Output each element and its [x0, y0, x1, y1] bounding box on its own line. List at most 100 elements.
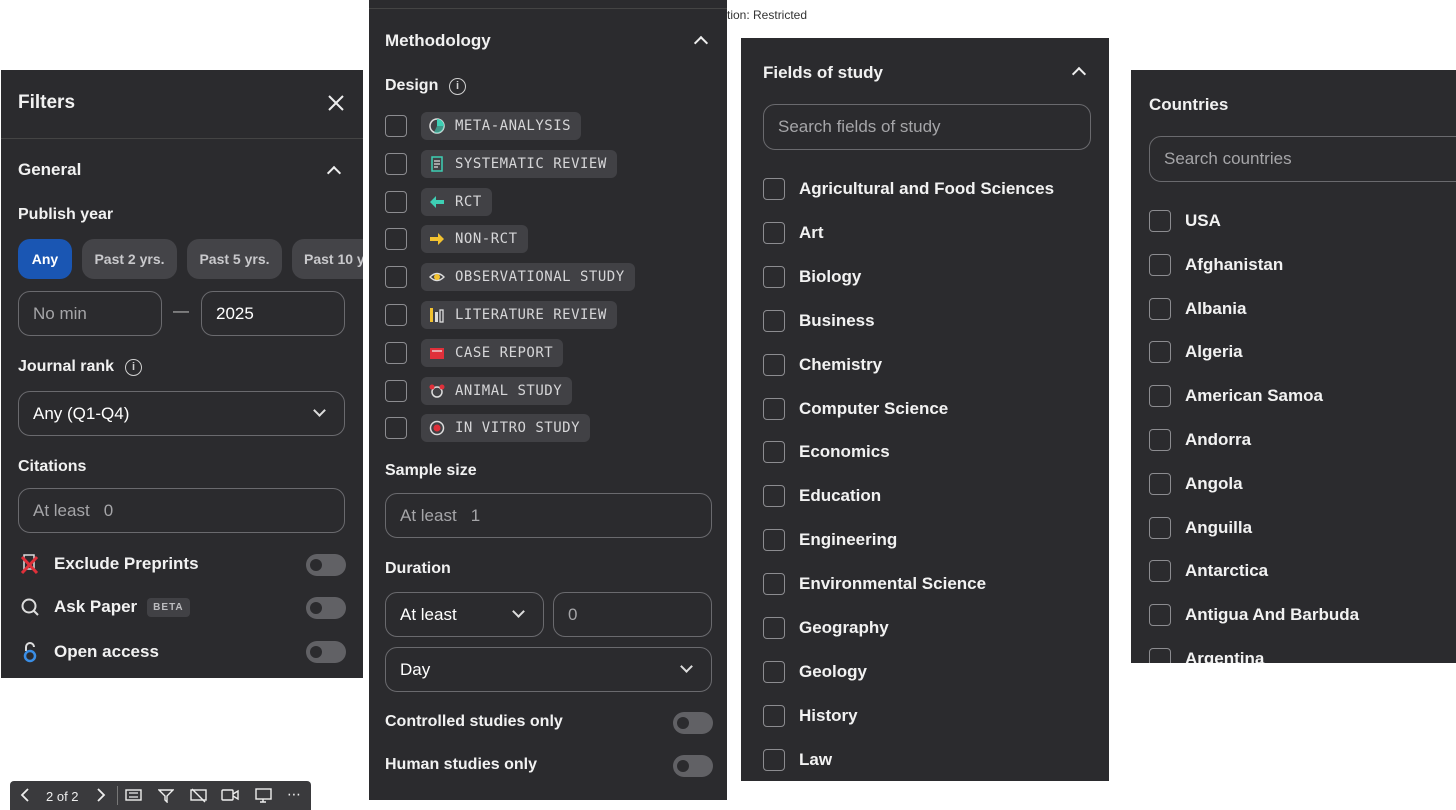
design-checkbox[interactable] — [385, 304, 407, 326]
field-option[interactable]: Education — [763, 485, 881, 508]
country-option[interactable]: Andorra — [1149, 429, 1251, 451]
design-checkbox[interactable] — [385, 266, 407, 289]
field-option[interactable]: Law — [763, 748, 832, 771]
field-option[interactable]: Geology — [763, 660, 867, 683]
field-checkbox[interactable] — [763, 748, 785, 771]
field-option[interactable]: Engineering — [763, 529, 897, 552]
country-option[interactable]: Albania — [1149, 297, 1246, 320]
field-option[interactable]: Chemistry — [763, 353, 882, 376]
field-option[interactable]: Agricultural and Food Sciences — [763, 178, 1054, 200]
design-checkbox[interactable] — [385, 417, 407, 440]
countries-search-input[interactable]: Search countries — [1149, 136, 1456, 182]
field-checkbox[interactable] — [763, 660, 785, 683]
field-option[interactable]: Economics — [763, 441, 890, 464]
country-checkbox[interactable] — [1149, 341, 1171, 364]
year-past5-button[interactable]: Past 5 yrs. — [187, 239, 282, 279]
field-checkbox[interactable] — [763, 441, 785, 464]
info-icon[interactable]: i — [449, 78, 466, 95]
sample-size-input[interactable]: At least 1 — [385, 493, 712, 538]
country-option[interactable]: American Samoa — [1149, 385, 1323, 408]
field-option[interactable]: Art — [763, 221, 824, 244]
country-checkbox[interactable] — [1149, 385, 1171, 408]
duration-value-input[interactable]: 0 — [553, 592, 712, 637]
country-checkbox[interactable] — [1149, 253, 1171, 276]
country-checkbox[interactable] — [1149, 648, 1171, 663]
country-checkbox[interactable] — [1149, 429, 1171, 451]
country-checkbox[interactable] — [1149, 516, 1171, 539]
design-option[interactable]: META-ANALYSIS — [385, 112, 582, 140]
country-checkbox[interactable] — [1149, 210, 1171, 232]
field-checkbox[interactable] — [763, 309, 785, 332]
close-icon[interactable] — [327, 94, 345, 112]
design-checkbox[interactable] — [385, 228, 407, 251]
field-checkbox[interactable] — [763, 704, 785, 727]
general-heading[interactable]: General — [18, 160, 81, 180]
fields-heading[interactable]: Fields of study — [763, 63, 883, 83]
year-min-input[interactable]: No min — [18, 291, 162, 336]
chevron-up-icon[interactable] — [693, 35, 709, 51]
country-option[interactable]: Antigua And Barbuda — [1149, 604, 1359, 627]
field-checkbox[interactable] — [763, 265, 785, 288]
video-icon[interactable] — [221, 788, 239, 805]
year-max-input[interactable]: 2025 — [201, 291, 345, 336]
slideshow-off-icon[interactable] — [190, 788, 207, 806]
field-checkbox[interactable] — [763, 397, 785, 420]
field-checkbox[interactable] — [763, 353, 785, 376]
design-option[interactable]: ANIMAL STUDY — [385, 376, 573, 405]
grid-view-icon[interactable] — [125, 788, 142, 805]
design-checkbox[interactable] — [385, 152, 407, 175]
design-option[interactable]: CASE REPORT — [385, 338, 564, 367]
journal-rank-select[interactable]: Any (Q1-Q4) — [18, 391, 345, 436]
country-option[interactable]: Antarctica — [1149, 560, 1268, 583]
prev-page-icon[interactable] — [20, 788, 30, 805]
field-option[interactable]: Business — [763, 309, 875, 332]
citations-input[interactable]: At least 0 — [18, 488, 345, 533]
more-icon[interactable]: ⋯ — [287, 786, 302, 803]
chevron-up-icon[interactable] — [1071, 66, 1087, 82]
countries-heading[interactable]: Countries — [1149, 95, 1228, 115]
field-option[interactable]: Computer Science — [763, 397, 948, 420]
country-checkbox[interactable] — [1149, 472, 1171, 495]
field-checkbox[interactable] — [763, 529, 785, 552]
field-option[interactable]: Geography — [763, 617, 889, 639]
design-checkbox[interactable] — [385, 190, 407, 213]
country-option[interactable]: Algeria — [1149, 341, 1243, 364]
fields-search-input[interactable]: Search fields of study — [763, 104, 1091, 150]
year-past10-button[interactable]: Past 10 y — [292, 239, 363, 279]
ask-paper-toggle[interactable] — [306, 597, 346, 619]
country-checkbox[interactable] — [1149, 604, 1171, 627]
chevron-up-icon[interactable] — [326, 165, 342, 181]
open-access-toggle[interactable] — [306, 641, 346, 663]
country-option[interactable]: Afghanistan — [1149, 253, 1283, 276]
country-option[interactable]: Anguilla — [1149, 516, 1252, 539]
field-checkbox[interactable] — [763, 485, 785, 508]
design-option[interactable]: OBSERVATIONAL STUDY — [385, 263, 635, 292]
duration-unit-select[interactable]: Day — [385, 647, 712, 692]
field-checkbox[interactable] — [763, 178, 785, 200]
field-option[interactable]: Biology — [763, 265, 861, 288]
field-option[interactable]: History — [763, 704, 858, 727]
controlled-toggle[interactable] — [673, 712, 713, 734]
country-option[interactable]: Angola — [1149, 472, 1243, 495]
field-checkbox[interactable] — [763, 221, 785, 244]
country-option[interactable]: Argentina — [1149, 648, 1264, 663]
field-checkbox[interactable] — [763, 573, 785, 596]
design-checkbox[interactable] — [385, 115, 407, 137]
country-option[interactable]: USA — [1149, 210, 1221, 232]
human-toggle[interactable] — [673, 755, 713, 777]
design-checkbox[interactable] — [385, 379, 407, 402]
exclude-preprints-toggle[interactable] — [306, 554, 346, 576]
present-icon[interactable] — [255, 788, 272, 806]
design-option[interactable]: NON-RCT — [385, 225, 528, 254]
filter-icon[interactable] — [157, 788, 175, 806]
country-checkbox[interactable] — [1149, 297, 1171, 320]
year-past2-button[interactable]: Past 2 yrs. — [82, 239, 177, 279]
field-option[interactable]: Environmental Science — [763, 573, 986, 596]
next-page-icon[interactable] — [96, 788, 106, 805]
design-option[interactable]: LITERATURE REVIEW — [385, 301, 617, 329]
methodology-heading[interactable]: Methodology — [385, 31, 491, 51]
info-icon[interactable]: i — [125, 359, 142, 376]
country-checkbox[interactable] — [1149, 560, 1171, 583]
design-option[interactable]: IN VITRO STUDY — [385, 414, 591, 443]
field-checkbox[interactable] — [763, 617, 785, 639]
